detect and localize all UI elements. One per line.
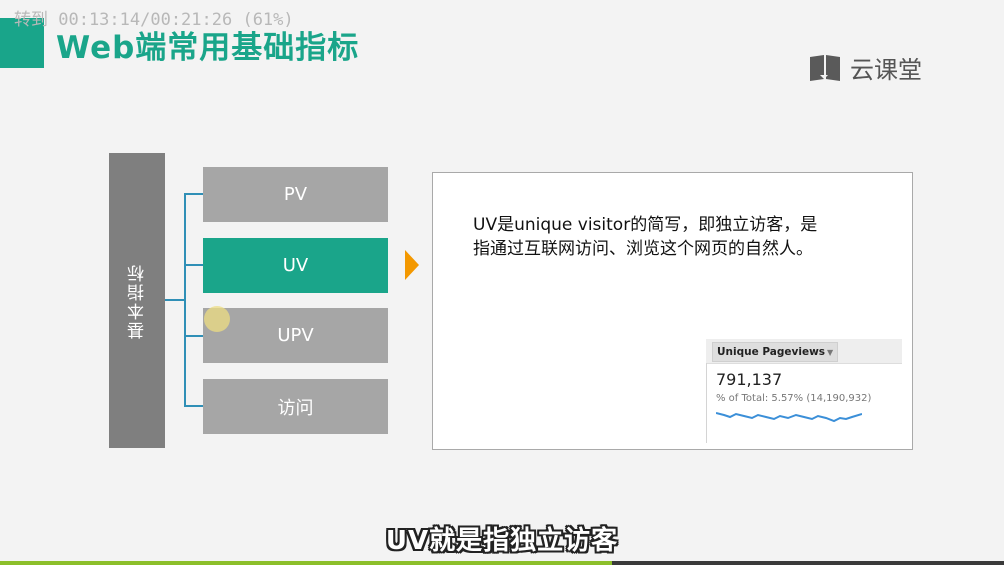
pointer-highlight <box>204 306 230 332</box>
detail-panel: UV是unique visitor的简写，即独立访客，是 指通过互联网访问、浏览… <box>432 172 913 450</box>
connector-upv <box>184 335 203 337</box>
video-progress-fill <box>0 561 613 565</box>
widget-divider <box>706 363 707 443</box>
logo: 云课堂 <box>808 50 922 85</box>
metric-pv[interactable]: PV <box>203 167 388 222</box>
logo-text: 云课堂 <box>850 56 922 84</box>
metric-uv[interactable]: UV <box>203 238 388 293</box>
description-line-1: UV是unique visitor的简写，即独立访客，是 <box>473 215 818 235</box>
chevron-down-icon: ▼ <box>827 348 834 357</box>
book-icon <box>810 54 840 81</box>
root-metric-label: 基本指标 <box>127 262 148 339</box>
slide: Web端常用基础指标 转到 00:13:14/00:21:26 (61%) 云课… <box>0 0 1004 565</box>
metric-description: UV是unique visitor的简写，即独立访客，是 指通过互联网访问、浏览… <box>473 213 873 261</box>
metric-visit[interactable]: 访问 <box>203 379 388 434</box>
metric-selector-label: Unique Pageviews <box>717 346 826 358</box>
metric-upv[interactable]: UPV <box>203 308 388 363</box>
description-line-2: 指通过互联网访问、浏览这个网页的自然人。 <box>473 239 813 259</box>
connector-uv <box>184 264 203 266</box>
sparkline <box>716 412 862 423</box>
connector-visit <box>184 405 203 407</box>
connector-root <box>165 299 185 301</box>
analytics-widget: Unique Pageviews ▼ 791,137 % of Total: 5.… <box>706 339 902 443</box>
pointer-arrow-icon <box>405 250 419 280</box>
seek-time-overlay: 转到 00:13:14/00:21:26 (61%) <box>14 10 294 30</box>
video-progress-track[interactable] <box>0 561 1004 565</box>
analytics-widget-header: Unique Pageviews ▼ <box>706 339 902 364</box>
connector-trunk <box>184 193 186 407</box>
percent-of-total: % of Total: 5.57% (14,190,932) <box>716 393 872 404</box>
metric-selector[interactable]: Unique Pageviews ▼ <box>712 342 839 362</box>
connector-pv <box>184 193 203 195</box>
unique-pageviews-value: 791,137 <box>716 370 783 389</box>
root-metric-box: 基本指标 <box>109 153 165 448</box>
video-subtitle: UV就是指独立访客 <box>385 526 619 556</box>
